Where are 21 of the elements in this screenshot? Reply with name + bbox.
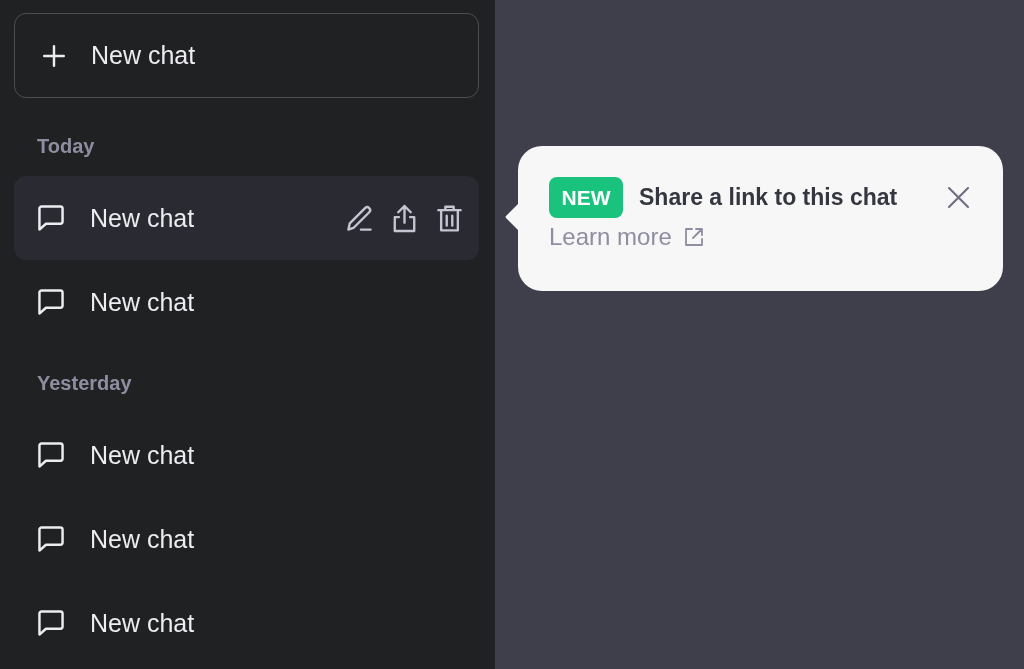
chat-item[interactable]: New chat xyxy=(14,581,479,665)
new-badge: NEW xyxy=(549,177,623,218)
section-heading: Yesterday xyxy=(37,371,132,395)
trash-icon[interactable] xyxy=(437,205,462,231)
chat-bubble-icon xyxy=(38,289,64,315)
chat-item[interactable]: New chat xyxy=(14,260,479,344)
plus-icon xyxy=(43,44,65,67)
new-chat-button[interactable]: New chat xyxy=(14,13,479,98)
chat-item[interactable]: New chat xyxy=(14,497,479,581)
chat-item[interactable]: New chat xyxy=(14,176,479,260)
chat-item[interactable]: New chat xyxy=(14,413,479,497)
chat-bubble-icon xyxy=(38,442,64,468)
section-heading: Today xyxy=(37,134,95,158)
share-icon[interactable] xyxy=(392,205,417,231)
tooltip-title: Share a link to this chat xyxy=(639,184,899,211)
chat-bubble-icon xyxy=(38,610,64,636)
pencil-icon[interactable] xyxy=(347,205,372,231)
chat-bubble-icon xyxy=(38,205,64,231)
close-icon[interactable] xyxy=(949,188,968,207)
external-link-icon xyxy=(684,228,703,246)
chat-bubble-icon xyxy=(38,526,64,552)
